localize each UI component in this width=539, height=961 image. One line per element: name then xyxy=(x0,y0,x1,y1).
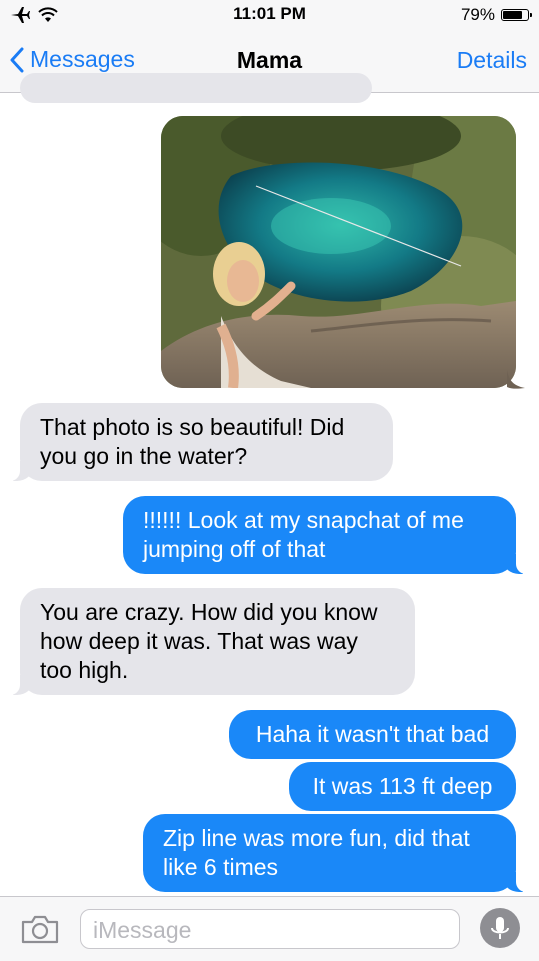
chevron-left-icon xyxy=(10,47,24,72)
battery-icon xyxy=(501,9,532,21)
imessage-input[interactable]: iMessage xyxy=(80,909,460,949)
message-thread[interactable]: That photo is so beautiful! Did you go i… xyxy=(0,73,539,896)
microphone-icon xyxy=(491,917,509,939)
back-button-label: Messages xyxy=(30,46,135,72)
photo-message-tail xyxy=(507,370,525,389)
status-time: 11:01 PM xyxy=(233,4,306,23)
battery-percent: 79% xyxy=(460,5,495,24)
message-bubble-outgoing[interactable]: Zip line was more fun, did that like 6 t… xyxy=(143,814,526,892)
message-bubble-incoming[interactable]: You are crazy. How did you know how deep… xyxy=(10,588,415,695)
photo-cenote-selfie xyxy=(161,116,516,388)
status-right: 79% xyxy=(460,4,532,26)
previous-message-bubble xyxy=(20,73,372,103)
back-button[interactable]: Messages xyxy=(10,46,135,73)
message-bubble-outgoing[interactable]: !!!!!! Look at my snapchat of me jumping… xyxy=(123,496,526,574)
message-bubble-outgoing[interactable]: Haha it wasn't that bad xyxy=(229,710,516,759)
camera-icon[interactable] xyxy=(20,914,60,944)
message-bubble-outgoing[interactable]: It was 113 ft deep xyxy=(289,762,516,811)
microphone-button[interactable] xyxy=(480,908,520,948)
battery-fill xyxy=(503,11,522,19)
message-input-bar: iMessage xyxy=(0,896,539,961)
message-bubble-incoming[interactable]: That photo is so beautiful! Did you go i… xyxy=(10,403,393,481)
status-bar: 11:01 PM 79% xyxy=(0,0,539,30)
details-button[interactable]: Details xyxy=(457,47,527,74)
photo-message[interactable] xyxy=(161,116,516,388)
